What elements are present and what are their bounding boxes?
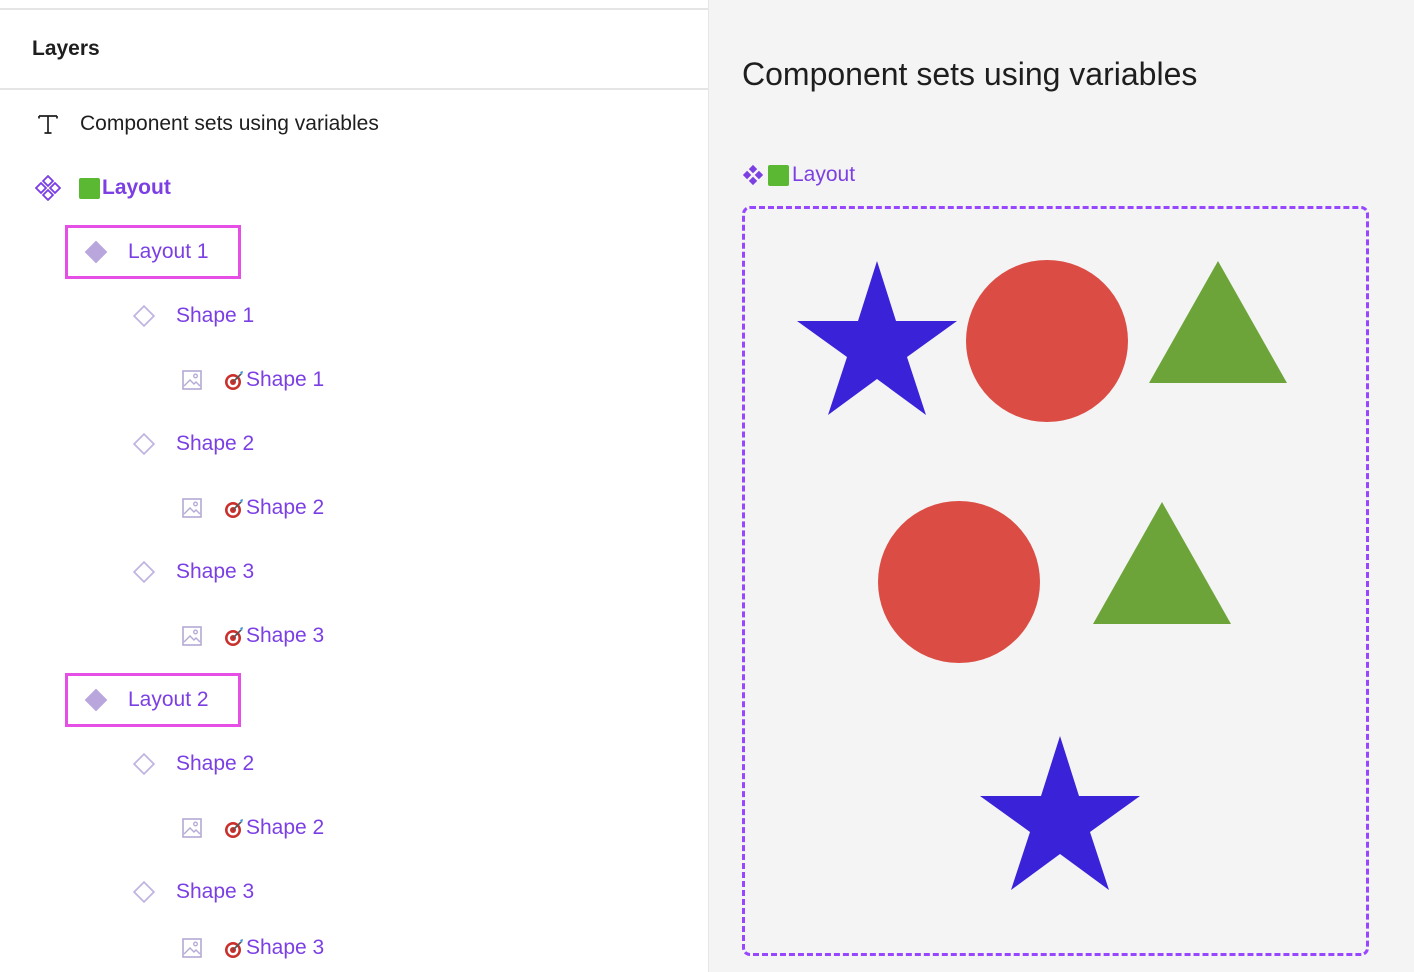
target-icon: [223, 625, 245, 647]
canvas-text-layer[interactable]: Component sets using variables: [742, 56, 1197, 93]
instance-icon: [131, 431, 157, 457]
layer-row-image[interactable]: Shape 1: [0, 358, 708, 402]
triangle-shape[interactable]: [1091, 500, 1233, 626]
component-icon: [83, 239, 109, 265]
layer-row-image[interactable]: Shape 3: [0, 614, 708, 658]
layer-label: Layout 2: [128, 688, 209, 711]
layer-row-shape-instance[interactable]: Shape 2: [0, 422, 708, 466]
star-shape[interactable]: [795, 259, 959, 417]
top-divider: [0, 8, 708, 10]
star-shape[interactable]: [978, 734, 1142, 892]
layer-row-shape-instance[interactable]: Shape 1: [0, 294, 708, 338]
layer-row-image[interactable]: Shape 2: [0, 486, 708, 530]
component-set-icon: [742, 164, 764, 186]
component-set-frame-label[interactable]: Layout: [742, 163, 855, 187]
frame-label-text: Layout: [792, 163, 856, 186]
layer-label: Component sets using variables: [80, 112, 379, 135]
layers-panel: Layers Component sets using variables La…: [0, 0, 709, 972]
target-icon: [223, 817, 245, 839]
target-icon: [223, 369, 245, 391]
layer-row-layout-2[interactable]: Layout 2: [0, 678, 708, 722]
layer-label: Shape 3: [246, 936, 325, 959]
layer-label: Layout: [102, 176, 171, 199]
layer-row-image[interactable]: Shape 3: [0, 926, 708, 970]
layers-panel-title: Layers: [32, 37, 100, 60]
layer-label: Shape 2: [246, 816, 325, 839]
image-icon: [181, 369, 203, 391]
layer-row-component-set-layout[interactable]: Layout: [0, 166, 708, 210]
image-icon: [181, 817, 203, 839]
green-square-icon: [768, 164, 789, 186]
layer-row-shape-instance[interactable]: Shape 3: [0, 550, 708, 594]
circle-shape[interactable]: [965, 259, 1129, 423]
triangle-shape[interactable]: [1147, 259, 1289, 385]
target-icon: [223, 497, 245, 519]
layer-label: Shape 2: [176, 432, 255, 455]
image-icon: [181, 937, 203, 959]
layer-row-shape-instance[interactable]: Shape 3: [0, 870, 708, 914]
image-icon: [181, 625, 203, 647]
image-icon: [181, 497, 203, 519]
layer-row-shape-instance[interactable]: Shape 2: [0, 742, 708, 786]
component-set-frame[interactable]: [742, 206, 1369, 956]
app-root: Layers Component sets using variables La…: [0, 0, 1414, 972]
instance-icon: [131, 879, 157, 905]
layer-label: Shape 2: [176, 752, 255, 775]
green-square-icon: [79, 177, 100, 199]
layer-label: Shape 3: [176, 560, 255, 583]
layer-label: Shape 2: [246, 496, 325, 519]
circle-shape[interactable]: [877, 500, 1041, 664]
component-set-icon: [35, 175, 61, 201]
layer-row-layout-1[interactable]: Layout 1: [0, 230, 708, 274]
instance-icon: [131, 559, 157, 585]
layer-row-text[interactable]: Component sets using variables: [0, 102, 708, 146]
canvas[interactable]: Component sets using variables Layout: [709, 0, 1414, 972]
layer-label: Shape 1: [246, 368, 325, 391]
layer-label: Shape 3: [246, 624, 325, 647]
component-icon: [83, 687, 109, 713]
target-icon: [223, 937, 245, 959]
instance-icon: [131, 751, 157, 777]
instance-icon: [131, 303, 157, 329]
layer-row-image[interactable]: Shape 2: [0, 806, 708, 850]
header-divider: [0, 88, 708, 90]
layer-label: Shape 1: [176, 304, 255, 327]
layer-label: Layout 1: [128, 240, 209, 263]
layer-label: Shape 3: [176, 880, 255, 903]
text-icon: [36, 112, 60, 136]
